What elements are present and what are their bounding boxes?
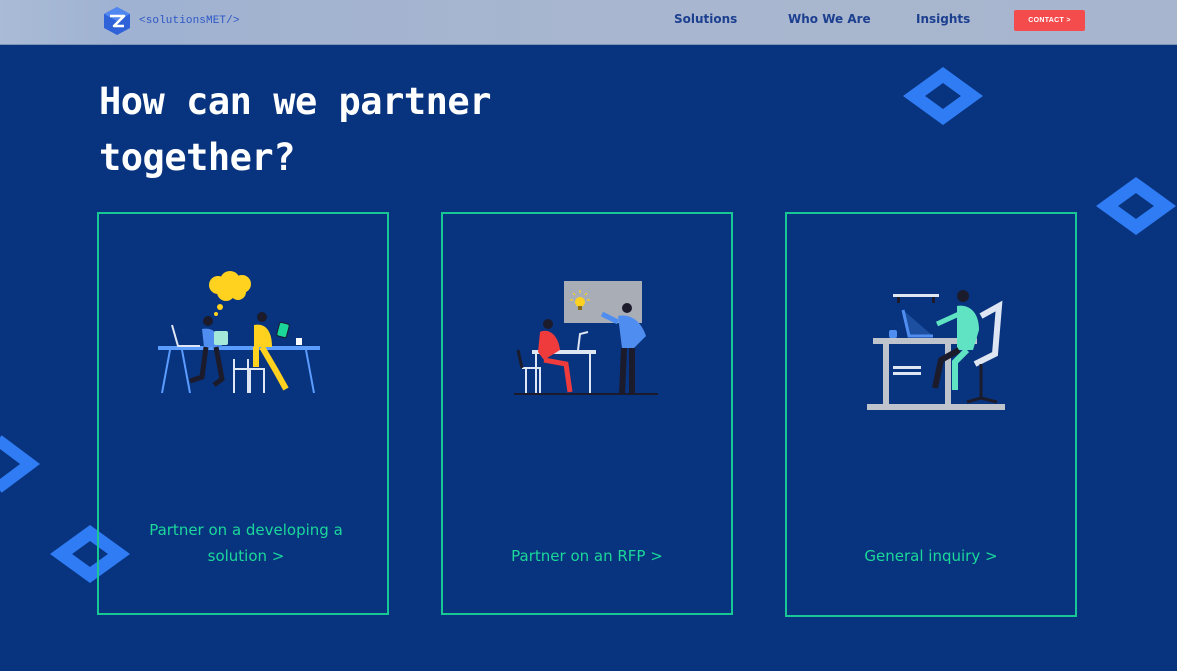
team-brainstorm-illustration-icon <box>158 271 320 393</box>
diamond-decoration-icon <box>1096 176 1176 236</box>
diamond-decoration-icon <box>903 66 983 126</box>
contact-button[interactable]: CONTACT > <box>1014 10 1085 31</box>
card-general-inquiry[interactable]: General inquiry > <box>785 212 1077 617</box>
card-link-partner-develop-solution[interactable]: Partner on a developing a solution > <box>131 517 361 569</box>
site-header: <solutionsMET/> Solutions Who We Are Ins… <box>0 0 1177 45</box>
card-link-partner-rfp[interactable]: Partner on an RFP > <box>443 543 731 569</box>
nav-insights[interactable]: Insights <box>916 12 970 26</box>
presentation-idea-illustration-icon <box>514 281 658 395</box>
logo-mark-icon <box>104 7 130 35</box>
page-title: How can we partner together? <box>99 80 491 179</box>
card-partner-develop-solution[interactable]: Partner on a developing a solution > <box>97 212 389 615</box>
page: <solutionsMET/> Solutions Who We Are Ins… <box>0 0 1177 671</box>
nav-who-we-are[interactable]: Who We Are <box>788 12 871 26</box>
chevron-decoration-icon <box>0 435 40 493</box>
nav-solutions[interactable]: Solutions <box>674 12 737 26</box>
card-partner-rfp[interactable]: Partner on an RFP > <box>441 212 733 615</box>
logo[interactable]: <solutionsMET/> <box>102 6 240 36</box>
person-at-desk-illustration-icon <box>867 290 1005 410</box>
card-link-general-inquiry[interactable]: General inquiry > <box>787 543 1075 569</box>
logo-text: <solutionsMET/> <box>139 15 240 27</box>
